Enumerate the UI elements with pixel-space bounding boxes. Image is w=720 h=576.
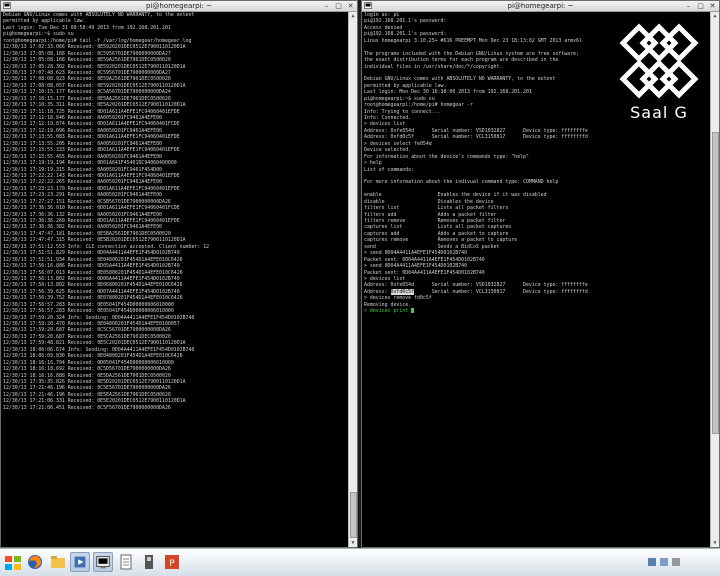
terminal-line: 12/30/13 17:21:06.451 Received: 0C5F5670… — [3, 404, 171, 411]
maximize-button[interactable]: □ — [334, 2, 343, 10]
putty-app-icon — [3, 2, 11, 9]
left-window-title: pi@homegearpi: ~ — [146, 2, 212, 10]
close-button[interactable]: ✕ — [708, 2, 717, 10]
firefox-icon[interactable] — [25, 552, 45, 572]
left-scrollbar[interactable]: ▲ ▼ — [348, 12, 357, 547]
scroll-up-arrow-icon[interactable]: ▲ — [711, 12, 719, 20]
right-window-title: pi@homegearpi: ~ — [507, 2, 574, 10]
text-cursor — [411, 308, 415, 314]
media-player-icon[interactable] — [70, 552, 90, 572]
logo-mark-icon — [619, 23, 699, 99]
left-window-titlebar[interactable]: pi@homegearpi: ~ – □ ✕ — [1, 1, 357, 12]
right-window-titlebar[interactable]: pi@homegearpi: ~ – □ ✕ — [362, 1, 719, 12]
scroll-up-arrow-icon[interactable]: ▲ — [349, 12, 357, 20]
powerpoint-icon[interactable]: P — [162, 552, 182, 572]
text-editor-icon[interactable] — [116, 552, 136, 572]
taskbar: P — [0, 548, 720, 576]
selected-address-highlight: 0xfd0c5f — [390, 288, 415, 295]
scroll-down-arrow-icon[interactable]: ▼ — [711, 539, 719, 547]
terminal-line: > devices print — [364, 308, 709, 314]
left-terminal-output[interactable]: Debian GNU/Linux comes with ABSOLUTELY N… — [3, 12, 347, 545]
putty-app-icon — [364, 2, 372, 9]
right-scrollbar-thumb[interactable] — [712, 132, 719, 434]
usb-icon[interactable] — [139, 552, 159, 572]
left-terminal-window[interactable]: pi@homegearpi: ~ – □ ✕ Debian GNU/Linux … — [0, 0, 358, 548]
svg-text:P: P — [169, 559, 175, 569]
maximize-button[interactable]: □ — [696, 2, 705, 10]
windows-start-icon[interactable] — [3, 553, 23, 573]
right-terminal-window[interactable]: pi@homegearpi: ~ – □ ✕ login as: pi pi@19… — [361, 0, 720, 548]
close-button[interactable]: ✕ — [346, 2, 355, 10]
system-tray[interactable] — [646, 553, 716, 573]
scroll-down-arrow-icon[interactable]: ▼ — [349, 539, 357, 547]
saal-g-logo: Saal G — [619, 23, 699, 127]
left-scrollbar-thumb[interactable] — [350, 492, 357, 538]
file-explorer-icon[interactable] — [48, 552, 68, 572]
putty-icon[interactable] — [93, 552, 113, 572]
minimize-button[interactable]: – — [684, 2, 693, 10]
logo-text: Saal G — [630, 103, 688, 122]
minimize-button[interactable]: – — [322, 2, 331, 10]
right-scrollbar[interactable]: ▲ ▼ — [710, 12, 719, 547]
